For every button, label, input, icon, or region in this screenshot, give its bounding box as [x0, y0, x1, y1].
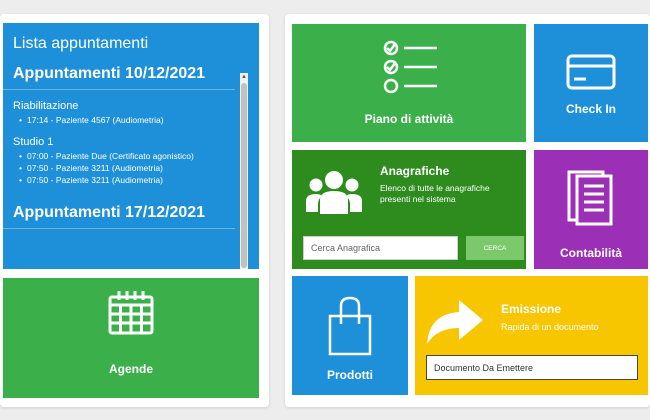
section-name: Studio 1 — [13, 136, 54, 148]
left-panel: Lista appuntamenti Appuntamenti 10/12/20… — [0, 14, 269, 407]
checklist-icon — [383, 40, 437, 94]
users-icon — [306, 171, 362, 214]
appointment-list: 17:14 - Paziente 4567 (Audiometria) — [19, 114, 229, 126]
contabilita-label: Contabilità — [560, 246, 622, 260]
contabilita-tile[interactable]: Contabilità — [534, 150, 648, 269]
credit-card-icon — [566, 54, 616, 90]
appointment-item[interactable]: 07:00 - Paziente Due (Certificato agonis… — [19, 150, 229, 162]
piano-attivita-tile[interactable]: Piano di attività — [292, 24, 526, 142]
appointments-tile: Lista appuntamenti Appuntamenti 10/12/20… — [3, 23, 259, 269]
checkin-tile[interactable]: Check In — [534, 24, 648, 142]
cerca-button[interactable]: CERCA — [466, 236, 524, 260]
calendar-icon — [108, 291, 154, 335]
share-arrow-icon — [427, 300, 483, 344]
checkin-label: Check In — [565, 102, 616, 116]
day-heading: Appuntamenti 17/12/2021 — [3, 198, 235, 229]
right-panel: Piano di attività Check In Anagrafiche E… — [285, 14, 650, 407]
section-name: Riabilitazione — [13, 100, 79, 112]
appointment-list: 07:00 - Paziente Due (Certificato agonis… — [19, 150, 229, 186]
appointment-item[interactable]: 07:50 - Paziente 3211 (Audiometria) — [19, 162, 229, 174]
anagrafiche-tile[interactable]: Anagrafiche Elenco di tutte le anagrafic… — [292, 150, 526, 269]
scroll-up-arrow-icon[interactable]: ▲ — [240, 73, 248, 81]
piano-attivita-label: Piano di attività — [364, 112, 454, 126]
emissione-tile[interactable]: Emissione Rapida di un documento — [415, 276, 648, 395]
day-heading: Appuntamenti 10/12/2021 — [3, 59, 235, 90]
appointment-item[interactable]: 07:50 - Paziente 3211 (Audiometria) — [19, 174, 229, 186]
appointments-title: Lista appuntamenti — [13, 35, 149, 52]
anagrafiche-description: Elenco di tutte le anagrafiche presenti … — [380, 183, 490, 204]
emissione-description: Rapida di un documento — [501, 322, 599, 332]
prodotti-tile[interactable]: Prodotti — [292, 276, 408, 395]
document-icon — [567, 170, 613, 226]
appointments-scroll-area[interactable]: Appuntamenti 10/12/2021 Riabilitazione 1… — [3, 59, 239, 267]
anagrafica-search-input[interactable] — [303, 236, 458, 260]
agende-tile[interactable]: Agende — [3, 278, 259, 398]
agende-label: Agende — [108, 362, 153, 376]
scrollbar-thumb[interactable] — [241, 83, 247, 268]
emissione-title: Emissione — [501, 302, 562, 316]
prodotti-label: Prodotti — [327, 368, 373, 382]
shopping-bag-icon — [328, 296, 372, 356]
appointments-scrollbar[interactable]: ▲ ▼ — [240, 73, 248, 269]
appointment-item[interactable]: 17:14 - Paziente 4567 (Audiometria) — [19, 114, 229, 126]
anagrafiche-title: Anagrafiche — [380, 164, 450, 178]
documento-input[interactable] — [426, 355, 638, 380]
